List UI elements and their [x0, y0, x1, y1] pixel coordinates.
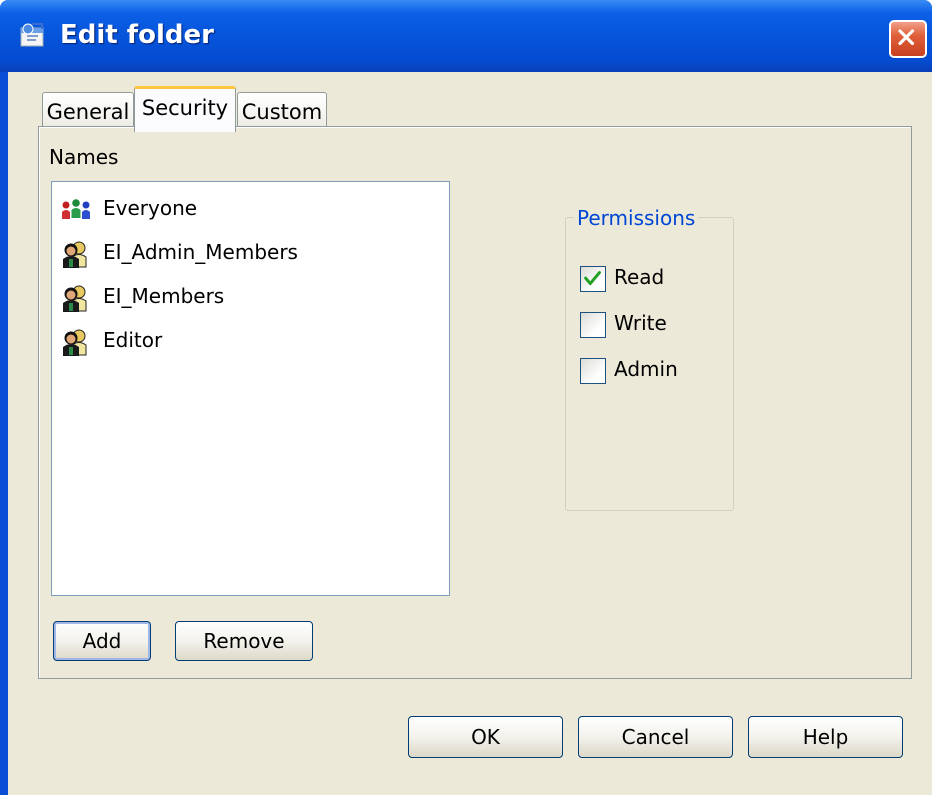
names-label: Names	[49, 145, 119, 169]
window-title: Edit folder	[60, 20, 214, 50]
user-group-icon	[63, 329, 87, 356]
list-item-label: EI_Members	[103, 284, 225, 308]
admin-label: Admin	[614, 357, 678, 381]
permissions-legend: Permissions	[574, 206, 699, 230]
list-item-everyone[interactable]: Everyone	[60, 192, 440, 226]
group-icon	[62, 199, 90, 219]
tab-custom-label: Custom	[241, 100, 323, 124]
write-label: Write	[614, 311, 667, 335]
tab-security-label: Security	[141, 96, 229, 120]
close-button[interactable]	[889, 20, 927, 58]
list-item-label: Everyone	[103, 196, 198, 220]
help-button[interactable]: Help	[748, 716, 903, 758]
list-item-label: Editor	[103, 328, 163, 352]
add-button[interactable]: Add	[53, 621, 151, 661]
read-label: Read	[614, 265, 665, 289]
names-list[interactable]: Everyone EI_Admin_Members EI_Members Edi…	[51, 181, 450, 596]
read-checkbox[interactable]	[580, 266, 606, 292]
check-mark-icon	[584, 271, 601, 286]
security-tab-panel: Names Everyone EI_Admin_Members EI_Membe…	[38, 126, 912, 679]
ok-button[interactable]: OK	[408, 716, 563, 758]
folder-edit-icon	[20, 23, 44, 47]
edit-folder-dialog: Edit folder General Security Custom Name…	[0, 0, 932, 795]
list-item-label: EI_Admin_Members	[103, 240, 298, 264]
remove-button[interactable]: Remove	[175, 621, 313, 661]
user-group-icon	[63, 285, 87, 312]
write-checkbox[interactable]	[580, 312, 606, 338]
user-group-icon	[63, 241, 87, 268]
list-item-editor[interactable]: Editor	[60, 324, 440, 358]
cancel-button[interactable]: Cancel	[578, 716, 733, 758]
permissions-group: Permissions Read Write Admin	[565, 206, 734, 511]
tab-security[interactable]: Security	[134, 86, 236, 132]
tab-general-label: General	[46, 100, 130, 124]
close-icon	[898, 29, 915, 46]
title-bar[interactable]: Edit folder	[0, 0, 932, 72]
admin-checkbox[interactable]	[580, 358, 606, 384]
list-item-ei-admin-members[interactable]: EI_Admin_Members	[60, 236, 440, 270]
list-item-ei-members[interactable]: EI_Members	[60, 280, 440, 314]
dialog-body: General Security Custom Names Everyone E…	[8, 72, 932, 795]
